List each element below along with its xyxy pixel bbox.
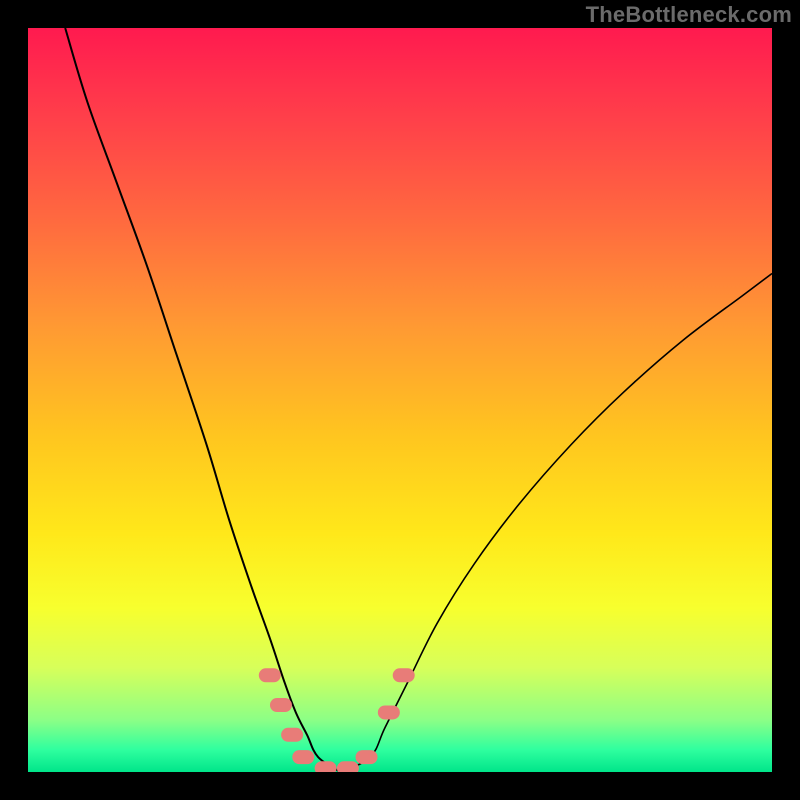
plot-area xyxy=(28,28,772,772)
watermark-text: TheBottleneck.com xyxy=(586,2,792,28)
curve-right xyxy=(340,274,772,772)
curve-left xyxy=(65,28,340,772)
curves-svg xyxy=(28,28,772,772)
chart-container: TheBottleneck.com xyxy=(0,0,800,800)
